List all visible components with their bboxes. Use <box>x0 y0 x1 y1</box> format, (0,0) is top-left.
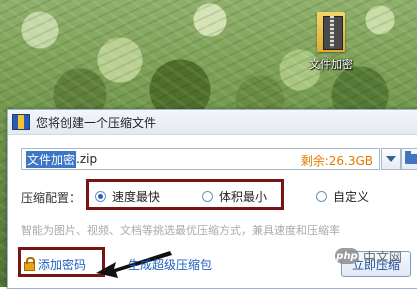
free-space-indicator: 剩余:26.3GB <box>300 154 373 168</box>
radio-fastest-label: 速度最快 <box>112 190 161 204</box>
radio-unchecked-icon <box>202 191 213 202</box>
site-watermark: php 中文网 <box>335 246 417 266</box>
desktop-folder-item[interactable]: 文件加密 <box>301 8 361 72</box>
radio-smallest-label: 体积最小 <box>219 190 268 204</box>
watermark-text: 中文网 <box>363 250 403 266</box>
radio-checked-icon <box>95 191 106 202</box>
watermark-badge: php <box>335 248 359 264</box>
add-password-link[interactable]: 添加密码 <box>24 256 86 273</box>
desktop-folder-label: 文件加密 <box>309 58 353 71</box>
dialog-title: 您将创建一个压缩文件 <box>36 115 157 130</box>
compress-dialog: 您将创建一个压缩文件 文件加密 .zip 剩余:26.3GB 压缩配置： 速度最快… <box>7 109 417 289</box>
browse-folder-button[interactable] <box>401 148 417 170</box>
add-password-label: 添加密码 <box>38 258 87 272</box>
radio-custom[interactable]: 自定义 <box>316 188 369 205</box>
zip-folder-icon <box>313 8 349 54</box>
path-dropdown-button[interactable] <box>381 148 401 170</box>
lock-icon <box>24 257 35 271</box>
create-sfx-link[interactable]: 生成超级压缩包 <box>128 256 212 273</box>
radio-smallest[interactable]: 体积最小 <box>202 188 267 205</box>
radio-custom-label: 自定义 <box>333 190 370 204</box>
folder-icon <box>405 151 417 164</box>
radio-unchecked-icon <box>316 191 327 202</box>
compression-config-label: 压缩配置： <box>21 191 82 205</box>
filename-selected-text: 文件加密 <box>26 150 77 168</box>
archive-app-icon <box>12 114 30 130</box>
filename-input[interactable]: 文件加密 .zip 剩余:26.3GB <box>21 148 380 170</box>
dialog-titlebar[interactable]: 您将创建一个压缩文件 <box>8 110 417 135</box>
chevron-down-icon <box>386 156 396 162</box>
radio-fastest[interactable]: 速度最快 <box>95 188 160 205</box>
compression-hint: 智能为图片、视频、文档等挑选最优压缩方式，兼具速度和压缩率 <box>21 224 340 237</box>
filename-extension: .zip <box>76 152 98 166</box>
